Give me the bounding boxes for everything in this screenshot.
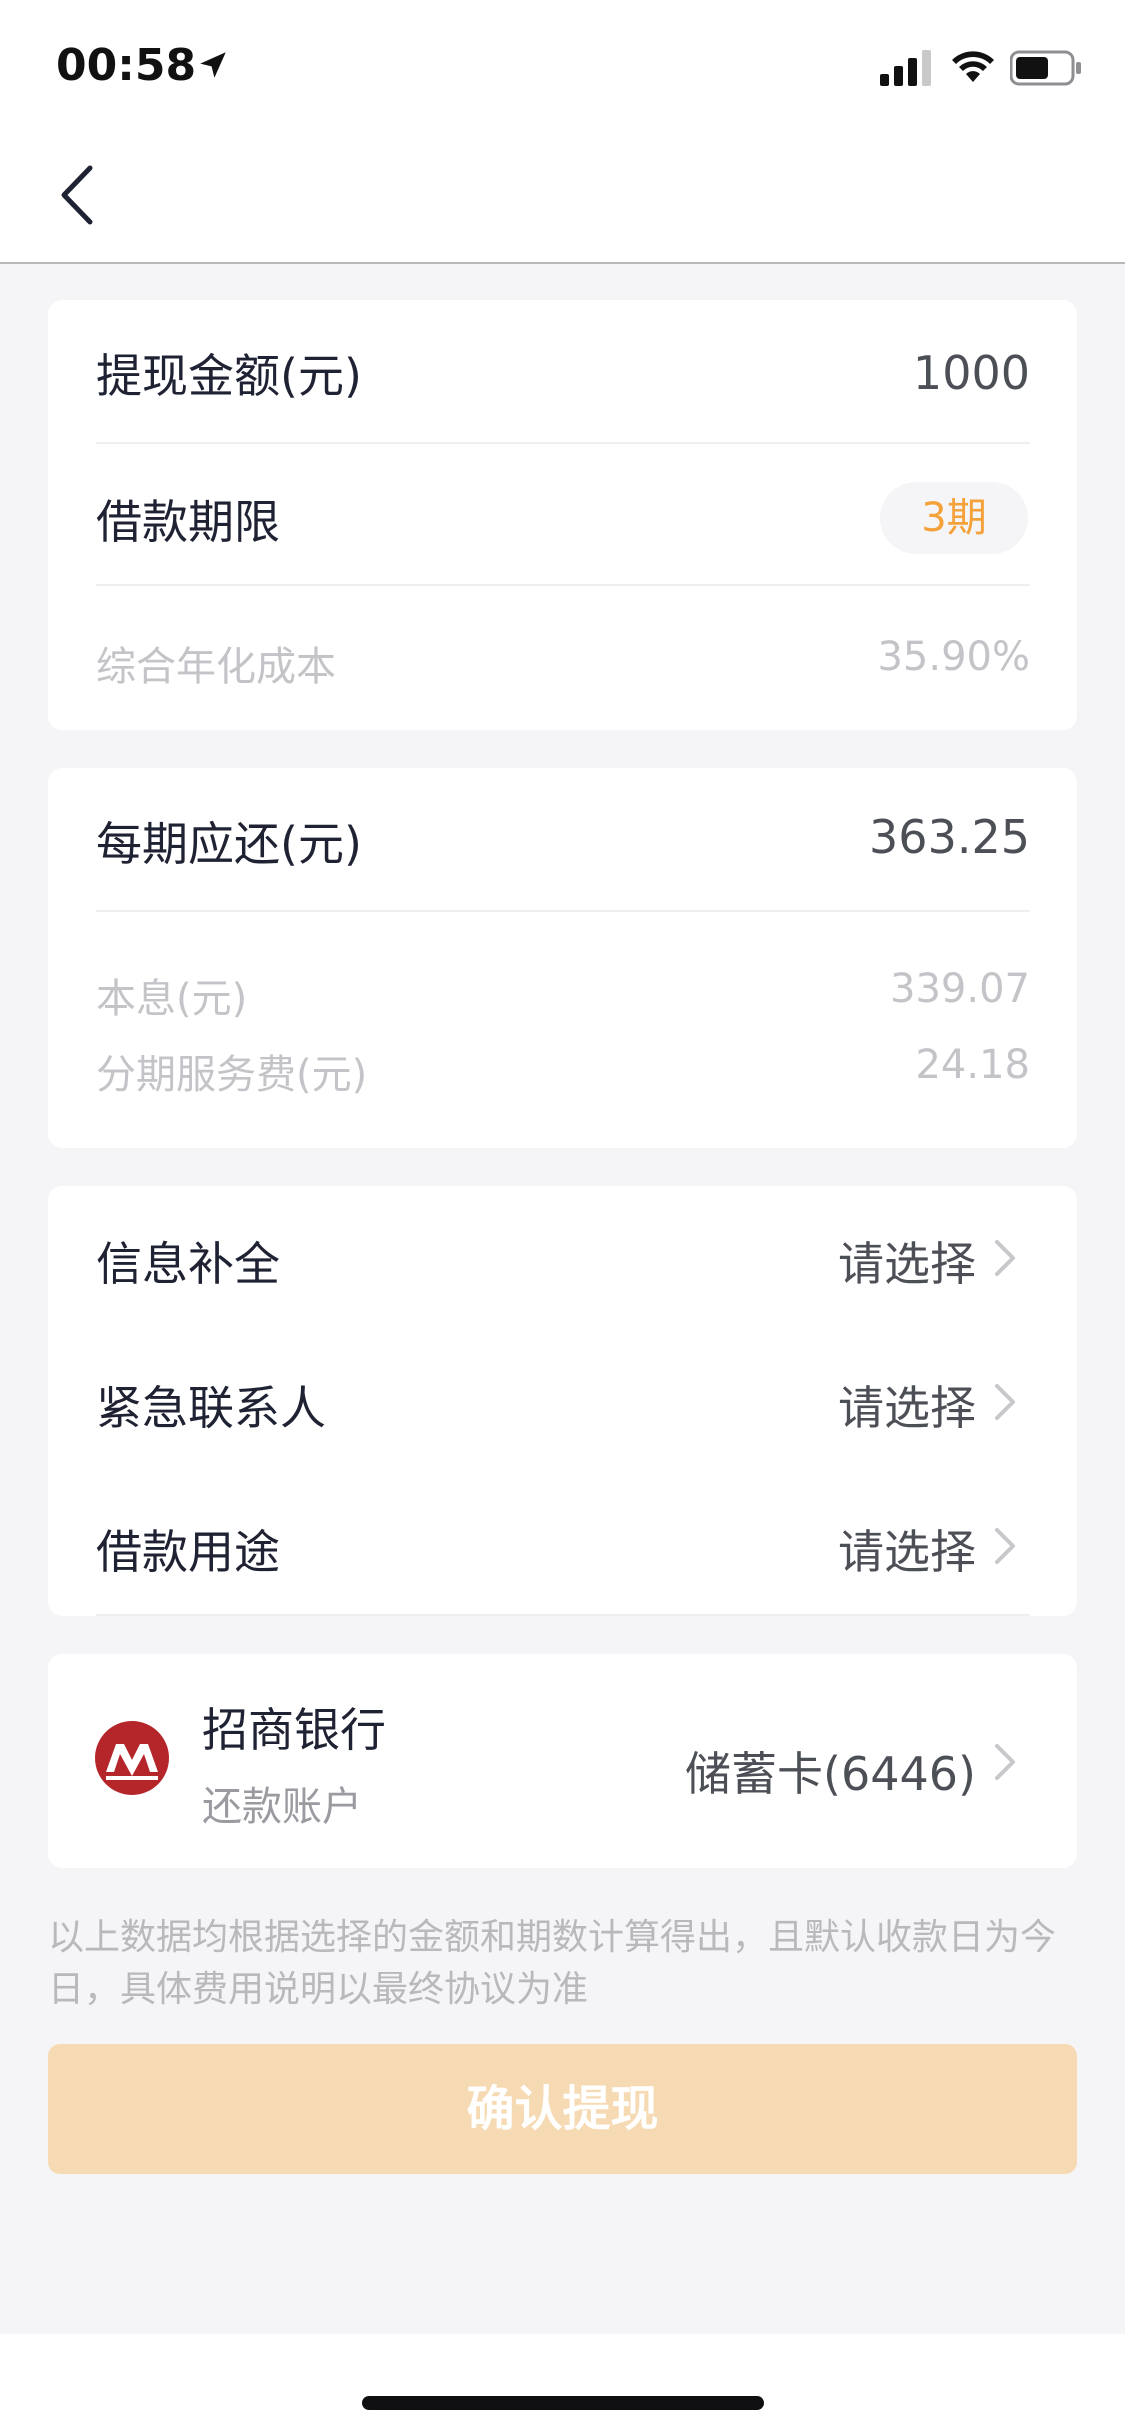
back-chevron-icon[interactable] (50, 160, 110, 230)
chevron-right-icon (995, 1528, 1015, 1564)
annual-cost-value: 35.90% (877, 634, 1030, 680)
option-value: 请选择 (838, 1381, 976, 1435)
bank-card-number: 储蓄卡(6446) (685, 1747, 976, 1801)
bank-name: 招商银行 (202, 1703, 386, 1757)
per-period-label: 每期应还(元) (96, 817, 362, 871)
principal-interest-value: 339.07 (890, 966, 1030, 1012)
chevron-right-icon (995, 1744, 1015, 1780)
battery-icon (1010, 50, 1081, 86)
location-arrow-icon (200, 52, 226, 78)
bank-account-type: 还款账户 (202, 1784, 362, 1830)
cellular-signal-icon (880, 50, 931, 86)
divider (96, 584, 1030, 586)
navigation-bar (0, 120, 1125, 262)
chevron-right-icon (995, 1240, 1015, 1276)
per-period-value: 363.25 (869, 810, 1030, 864)
annual-cost-label: 综合年化成本 (96, 644, 336, 690)
chevron-right-icon (995, 1384, 1015, 1420)
wifi-icon (952, 51, 994, 82)
divider (96, 910, 1030, 912)
divider (96, 1614, 1030, 1616)
option-value: 请选择 (838, 1525, 976, 1579)
option-label: 信息补全 (96, 1237, 280, 1291)
home-indicator[interactable] (362, 2396, 764, 2410)
term-label: 借款期限 (96, 495, 280, 549)
service-fee-value: 24.18 (915, 1042, 1030, 1088)
term-pill[interactable]: 3期 (880, 482, 1028, 554)
amount-value[interactable]: 1000 (700, 346, 1030, 400)
home-indicator-area (0, 2334, 1125, 2436)
option-label: 紧急联系人 (96, 1381, 326, 1435)
divider (96, 442, 1030, 444)
status-time: 00:58 (56, 40, 197, 91)
option-value: 请选择 (838, 1237, 976, 1291)
principal-interest-label: 本息(元) (96, 976, 248, 1022)
service-fee-label: 分期服务费(元) (96, 1052, 368, 1098)
confirm-withdraw-button[interactable]: 确认提现 (48, 2044, 1077, 2174)
amount-label: 提现金额(元) (96, 349, 362, 403)
disclaimer-note: 以上数据均根据选择的金额和期数计算得出，且默认收款日为今日，具体费用说明以最终协… (48, 1917, 1057, 2010)
cmb-bank-logo-icon (95, 1721, 169, 1795)
option-label: 借款用途 (96, 1525, 280, 1579)
